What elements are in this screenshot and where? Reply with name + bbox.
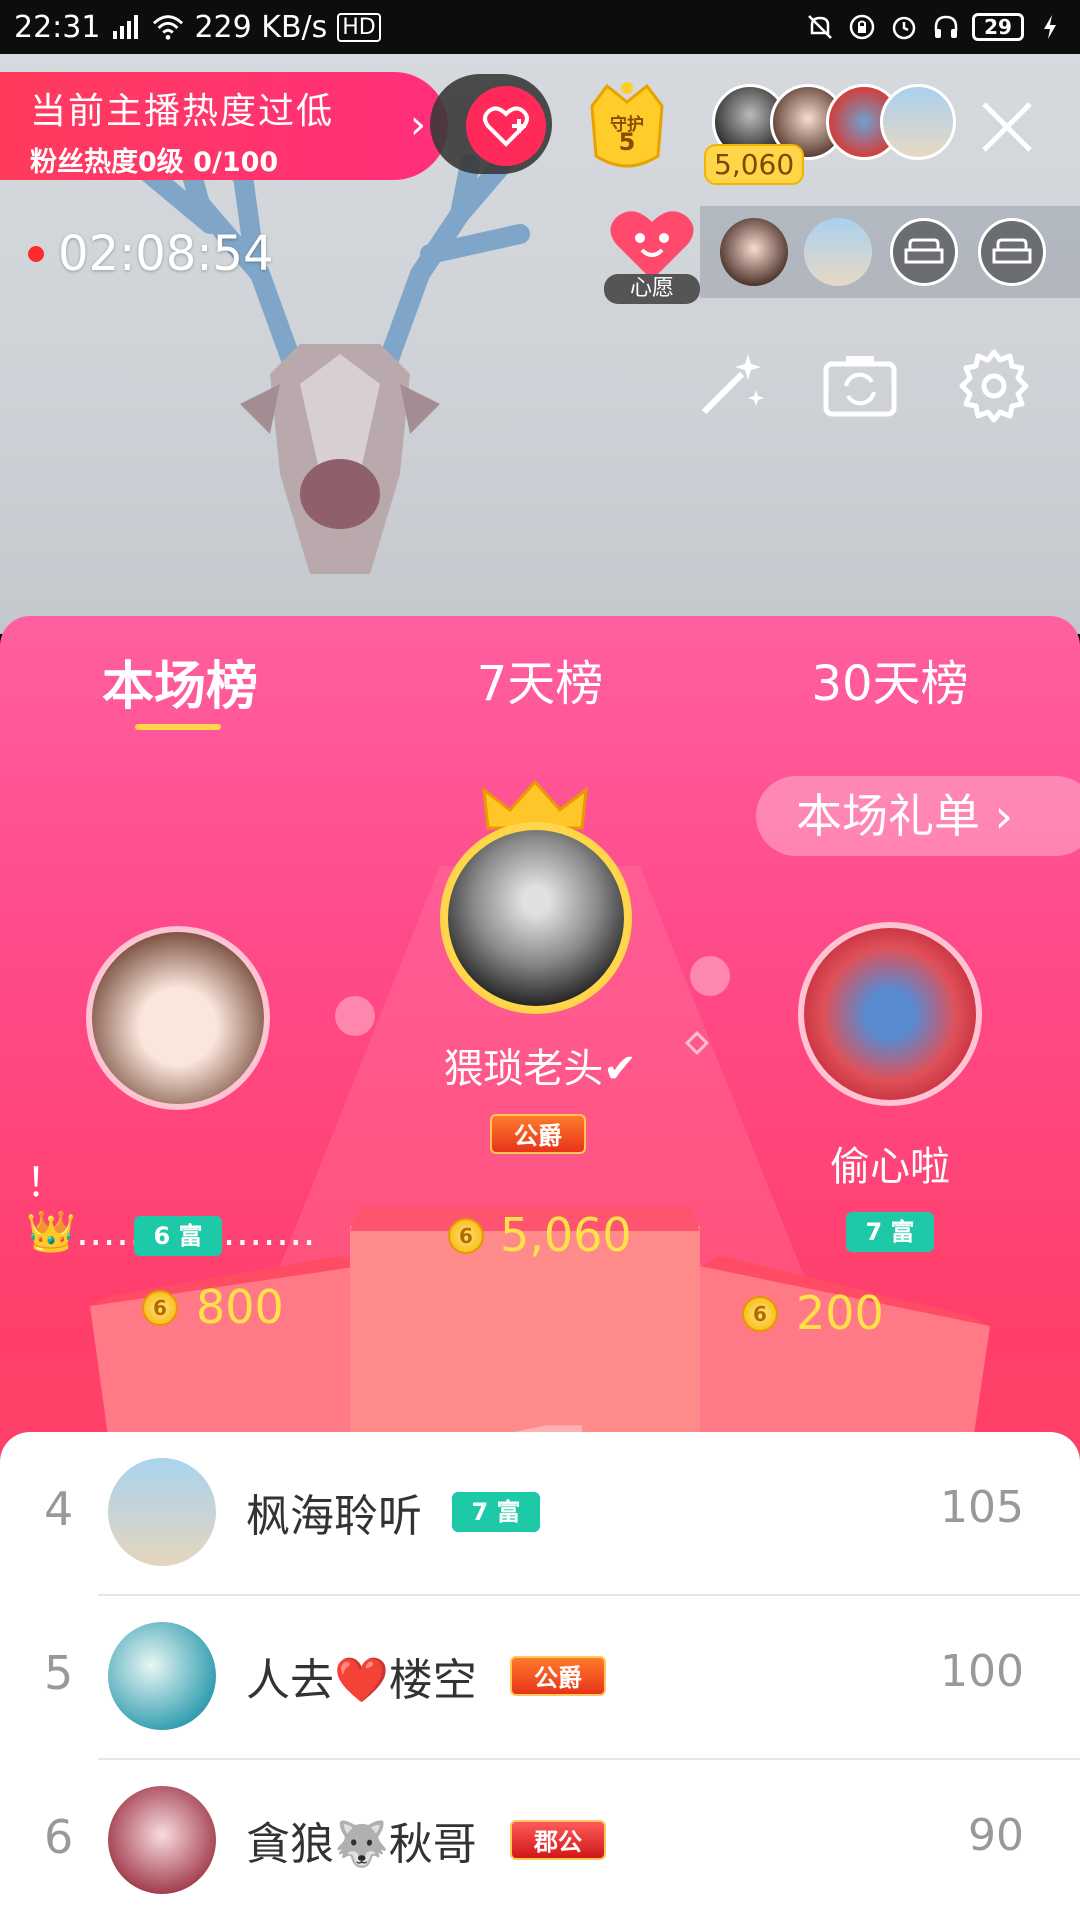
third-place-avatar[interactable] — [804, 928, 976, 1100]
active-tab-indicator — [135, 724, 221, 730]
row-rank: 4 — [44, 1482, 74, 1536]
follow-heart-button[interactable] — [466, 86, 546, 166]
coin-icon: 6 — [142, 1290, 178, 1326]
lock-rotation-icon — [846, 11, 878, 43]
wish-button[interactable]: 心愿 — [604, 204, 700, 304]
first-place-name: 猥琐老头✔ — [443, 1046, 637, 1092]
row-badge: 7 富 — [452, 1492, 540, 1532]
network-speed: 229 KB/s — [194, 9, 328, 45]
list-item[interactable]: 5 人去❤️楼空 公爵 100 — [0, 1596, 1080, 1760]
list-item[interactable]: 4 枫海聆听 7 富 105 — [0, 1432, 1080, 1596]
row-avatar[interactable] — [108, 1786, 216, 1894]
chevron-right-icon: › — [410, 102, 426, 148]
live-timer: 02:08:54 — [28, 226, 274, 282]
second-place-avatar[interactable] — [92, 932, 264, 1104]
headphones-icon — [930, 11, 962, 43]
empty-seat-sofa-icon[interactable] — [978, 218, 1046, 286]
coin-icon: 6 — [742, 1296, 778, 1332]
tab-7-days[interactable]: 7天榜 — [420, 644, 660, 714]
tab-this-session[interactable]: 本场榜 — [60, 644, 300, 719]
audience-avatar[interactable] — [880, 84, 956, 160]
signal-icon — [110, 11, 142, 43]
list-item[interactable]: 6 貪狼🐺秋哥 郡公 90 — [0, 1760, 1080, 1920]
second-place-badge: 6 富 — [134, 1216, 222, 1256]
third-place-score: 200 — [796, 1286, 884, 1340]
first-place-avatar[interactable] — [448, 830, 624, 1006]
row-rank: 5 — [44, 1646, 74, 1700]
third-place-badge: 7 富 — [846, 1212, 934, 1252]
first-place-score: 5,060 — [500, 1208, 632, 1262]
second-place-score: 800 — [196, 1280, 284, 1334]
battery-indicator: 29 — [972, 13, 1024, 41]
ranking-tabs: 本场榜 7天榜 30天榜 — [0, 644, 1080, 724]
recording-dot-icon — [28, 246, 44, 262]
wish-label: 心愿 — [604, 274, 700, 304]
row-score: 90 — [968, 1810, 1024, 1861]
seat-avatar[interactable] — [804, 218, 872, 286]
heart-plus-icon — [483, 106, 529, 147]
row-name: 人去❤️楼空 — [246, 1655, 477, 1706]
row-name: 枫海聆听 — [246, 1491, 422, 1542]
live-stream-view: 当前主播热度过低 粉丝热度0级 0/100 › 守护 5 5,060 02:08… — [0, 54, 1080, 634]
heart-face-icon — [610, 211, 694, 280]
coin-icon: 6 — [448, 1218, 484, 1254]
row-avatar[interactable] — [108, 1622, 216, 1730]
mute-bell-icon — [804, 11, 836, 43]
hd-label: HD — [337, 12, 381, 42]
close-icon[interactable] — [972, 92, 1042, 162]
seat-bar — [700, 206, 1080, 298]
row-score: 105 — [940, 1482, 1024, 1533]
third-place-name: 偷心啦 — [830, 1144, 950, 1190]
row-avatar[interactable] — [108, 1458, 216, 1566]
guard-badge[interactable]: 守护 5 — [582, 76, 672, 176]
audience-count[interactable]: 5,060 — [704, 144, 805, 185]
row-score: 100 — [940, 1646, 1024, 1697]
charging-icon — [1034, 11, 1066, 43]
wifi-icon — [152, 11, 184, 43]
ranking-list: 4 枫海聆听 7 富 105 5 人去❤️楼空 公爵 100 6 貪狼🐺秋哥 郡… — [0, 1432, 1080, 1920]
host-heat-banner[interactable]: 当前主播热度过低 粉丝热度0级 0/100 › — [0, 72, 448, 180]
timer-value: 02:08:54 — [58, 226, 274, 282]
tab-30-days[interactable]: 30天榜 — [770, 644, 1010, 714]
first-place-badge: 公爵 — [490, 1114, 586, 1154]
row-badge: 郡公 — [510, 1820, 606, 1860]
row-rank: 6 — [44, 1810, 74, 1864]
settings-gear-icon[interactable] — [954, 346, 1034, 426]
gift-list-button[interactable]: 本场礼单 › — [756, 776, 1080, 856]
empty-seat-sofa-icon[interactable] — [890, 218, 958, 286]
status-bar: 22:31 229 KB/s HD 29 — [0, 0, 1080, 54]
guard-count: 5 — [618, 128, 636, 156]
heat-subtitle: 粉丝热度0级 0/100 — [30, 147, 279, 178]
alarm-icon — [888, 11, 920, 43]
heat-title: 当前主播热度过低 — [30, 91, 335, 132]
row-badge: 公爵 — [510, 1656, 606, 1696]
status-time: 22:31 — [14, 9, 101, 45]
magic-wand-icon[interactable] — [690, 346, 770, 426]
row-name: 貪狼🐺秋哥 — [246, 1819, 477, 1870]
flip-camera-icon[interactable] — [820, 346, 900, 426]
seat-avatar[interactable] — [720, 218, 788, 286]
